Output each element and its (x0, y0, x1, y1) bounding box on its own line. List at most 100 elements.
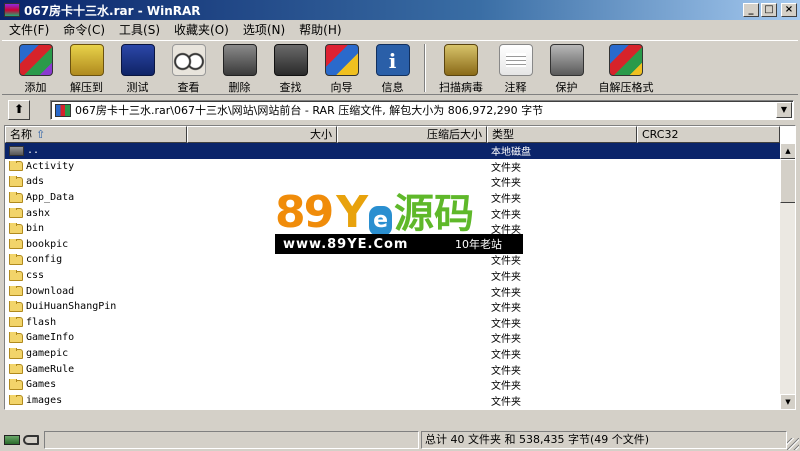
table-row[interactable]: Download 文件夹 (5, 283, 780, 299)
table-row[interactable]: .. 本地磁盘 (5, 143, 780, 159)
column-header: 名称 ⇧ 大小 压缩后大小 类型 CRC32 (5, 126, 780, 143)
column-name[interactable]: 名称 ⇧ (5, 126, 187, 143)
test-icon (120, 44, 155, 76)
row-name: flash (26, 316, 57, 328)
sort-ascending-icon: ⇧ (36, 128, 46, 141)
cell-name: bookpic (5, 238, 187, 250)
find-button[interactable]: 查找 (265, 41, 316, 95)
table-row[interactable]: ashx 文件夹 (5, 205, 780, 221)
column-size[interactable]: 大小 (187, 126, 337, 143)
row-name: ads (26, 176, 45, 188)
find-label: 查找 (279, 81, 302, 94)
maximize-button[interactable]: □ (761, 3, 777, 17)
wizard-button[interactable]: 向导 (316, 41, 367, 95)
delete-button[interactable]: 删除 (214, 41, 265, 95)
row-name: Games (26, 379, 57, 391)
menu-favorites[interactable]: 收藏夹(O) (167, 21, 236, 38)
comment-icon (498, 44, 533, 76)
table-row[interactable]: bookpic 文件夹 (5, 237, 780, 253)
file-list: 名称 ⇧ 大小 压缩后大小 类型 CRC32 .. 本地磁盘 Activity 文件夹 a… (4, 125, 796, 410)
menu-bar: 文件(F) 命令(C) 工具(S) 收藏夹(O) 选项(N) 帮助(H) (0, 20, 800, 39)
folder-icon (9, 316, 23, 328)
cell-name: images (5, 394, 187, 406)
column-crc32[interactable]: CRC32 (637, 126, 780, 143)
table-row[interactable]: Activity 文件夹 (5, 159, 780, 175)
table-row[interactable]: App_Data 文件夹 (5, 190, 780, 206)
toolbar: 添加 解压到 测试 查看 删除 查找 向导 信息 扫描病毒 注释 保护 (2, 40, 798, 95)
extract-to-icon (69, 44, 104, 76)
cell-type: 文件夹 (491, 162, 521, 174)
comment-button[interactable]: 注释 (490, 41, 541, 95)
column-type[interactable]: 类型 (487, 126, 637, 143)
cell-type: 文件夹 (491, 256, 521, 268)
cell-name: GameInfo (5, 332, 187, 343)
table-row[interactable]: bin 文件夹 (5, 221, 780, 237)
info-button[interactable]: 信息 (367, 41, 418, 95)
row-name: DuiHuanShangPin (26, 301, 117, 313)
scan-virus-button[interactable]: 扫描病毒 (432, 41, 490, 95)
protect-icon (549, 44, 584, 76)
cell-type: 文件夹 (491, 303, 521, 315)
table-row[interactable]: DuiHuanShangPin 文件夹 (5, 299, 780, 315)
path-text: 067房卡十三水.rar\067十三水\网站\网站前台 - RAR 压缩文件, … (75, 104, 544, 117)
add-button[interactable]: 添加 (10, 41, 61, 95)
cell-type: 文件夹 (491, 318, 521, 330)
cell-type: 文件夹 (491, 225, 521, 237)
cell-name: DuiHuanShangPin (5, 301, 187, 312)
table-row[interactable]: GameRule 文件夹 (5, 361, 780, 377)
test-button[interactable]: 测试 (112, 41, 163, 95)
scan-virus-icon (444, 44, 478, 76)
folder-icon (9, 192, 23, 203)
cell-name: ads (5, 176, 187, 187)
scroll-up-button[interactable]: ▲ (780, 143, 795, 159)
path-dropdown-button[interactable]: ▼ (776, 102, 792, 118)
view-button[interactable]: 查看 (163, 41, 214, 95)
comment-label: 注释 (504, 81, 527, 94)
minimize-button[interactable]: _ (743, 3, 759, 17)
menu-commands[interactable]: 命令(C) (56, 21, 112, 38)
view-icon (171, 44, 206, 76)
key-icon[interactable] (23, 435, 39, 445)
table-row[interactable]: ads 文件夹 (5, 174, 780, 190)
sfx-label: 自解压格式 (598, 81, 654, 94)
sfx-button[interactable]: 自解压格式 (592, 41, 660, 95)
menu-file[interactable]: 文件(F) (2, 21, 56, 38)
menu-help[interactable]: 帮助(H) (292, 21, 348, 38)
table-row[interactable]: config 文件夹 (5, 252, 780, 268)
status-summary: 总计 40 文件夹 和 538,435 字节(49 个文件) (421, 431, 787, 449)
table-row[interactable]: gamepic 文件夹 (5, 346, 780, 362)
vertical-scrollbar[interactable]: ▲ ▼ (780, 143, 795, 409)
info-icon (375, 44, 410, 76)
scroll-down-button[interactable]: ▼ (780, 394, 795, 409)
status-left-pane (44, 431, 419, 449)
table-row[interactable]: flash 文件夹 (5, 315, 780, 331)
extract-to-button[interactable]: 解压到 (61, 41, 112, 95)
scroll-thumb[interactable] (780, 159, 795, 203)
protect-label: 保护 (555, 81, 578, 94)
protect-button[interactable]: 保护 (541, 41, 592, 95)
add-archive-icon (18, 44, 53, 76)
table-row[interactable]: images 文件夹 (5, 393, 780, 409)
up-folder-button[interactable]: ⬆ (8, 99, 30, 120)
archive-icon (55, 103, 71, 117)
column-packed-size[interactable]: 压缩后大小 (337, 126, 487, 143)
drive-icon (9, 145, 24, 156)
view-label: 查看 (177, 81, 200, 94)
folder-icon (9, 285, 23, 297)
path-combobox[interactable]: 067房卡十三水.rar\067十三水\网站\网站前台 - RAR 压缩文件, … (50, 100, 794, 120)
cell-type: 本地磁盘 (491, 147, 531, 159)
resize-grip[interactable] (787, 438, 799, 450)
table-row[interactable]: GameInfo 文件夹 (5, 330, 780, 346)
folder-icon (9, 207, 23, 219)
toolbar-separator (424, 44, 426, 92)
folder-icon (9, 332, 23, 343)
menu-options[interactable]: 选项(N) (236, 21, 292, 38)
folder-icon (9, 270, 23, 281)
cell-name: Games (5, 379, 187, 390)
table-row[interactable]: css 文件夹 (5, 268, 780, 284)
close-button[interactable]: × (781, 3, 797, 17)
drive-icon[interactable] (4, 435, 20, 445)
menu-tools[interactable]: 工具(S) (112, 21, 167, 38)
row-name: GameRule (26, 363, 75, 375)
table-row[interactable]: Games 文件夹 (5, 377, 780, 393)
